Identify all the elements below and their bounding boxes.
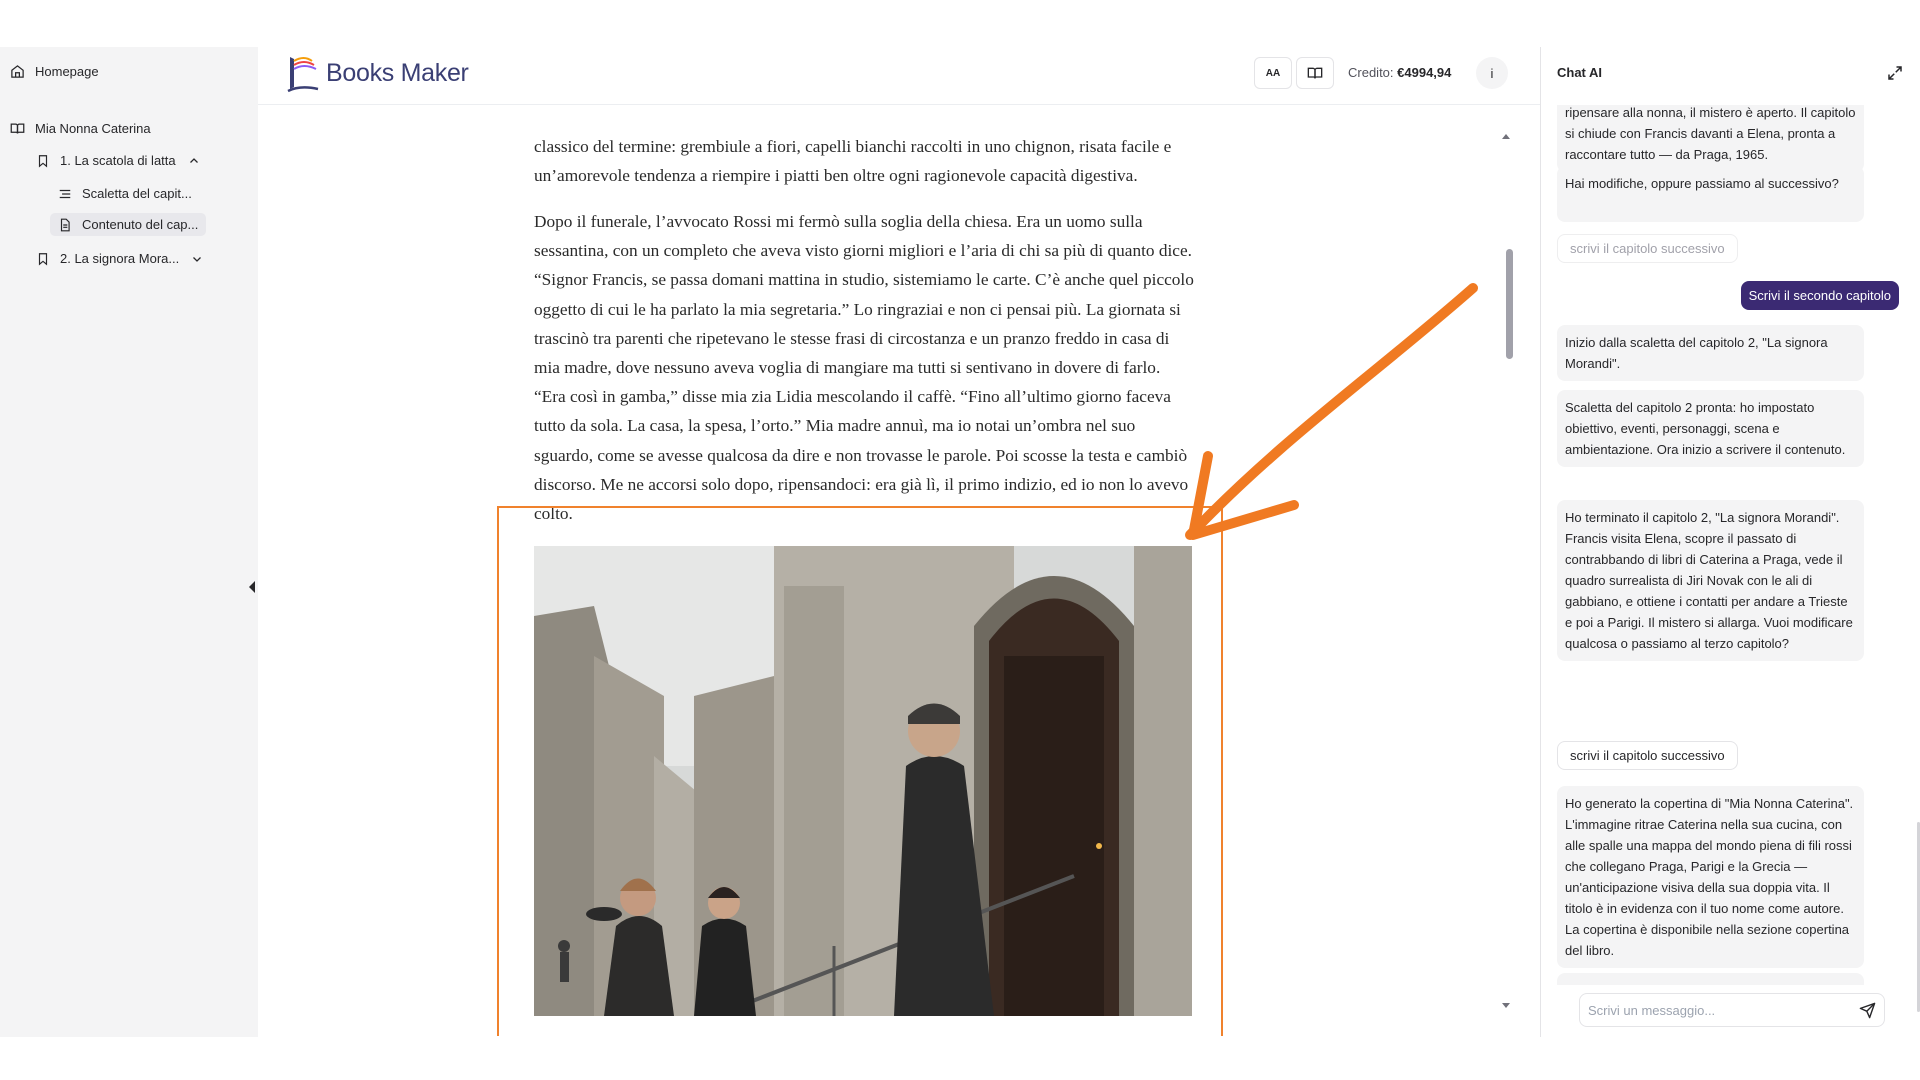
chat-panel: Chat AI ripensare alla nonna, il mistero… — [1540, 47, 1920, 1037]
sidebar-item-chapter-2[interactable]: 2. La signora Mora... — [36, 251, 203, 266]
chat-title: Chat AI — [1557, 65, 1603, 80]
paragraph[interactable]: Dopo il funerale, l’avvocato Rossi mi fe… — [534, 207, 1194, 528]
book-open-icon — [1307, 67, 1323, 79]
list-icon — [59, 189, 71, 198]
inserted-image[interactable] — [534, 546, 1192, 1016]
document-icon — [60, 218, 70, 231]
sidebar-item-label: Contenuto del cap... — [82, 217, 199, 232]
paragraph[interactable]: classico del termine: grembiule a fiori,… — [534, 132, 1194, 190]
document-editor[interactable]: classico del termine: grembiule a fiori,… — [258, 106, 1540, 1036]
ai-message: Immagine inserita: la scena del funerale… — [1557, 973, 1864, 985]
ai-message: Scaletta del capitolo 2 pronta: ho impos… — [1557, 390, 1864, 467]
sidebar-item-homepage[interactable]: Homepage — [10, 64, 99, 79]
sidebar-item-label: 1. La scatola di latta — [60, 153, 176, 168]
user-message: Scrivi il secondo capitolo — [1740, 281, 1899, 310]
send-icon[interactable] — [1859, 1002, 1876, 1019]
chat-message-list[interactable]: ripensare alla nonna, il mistero è apert… — [1557, 105, 1905, 985]
credit-label: Credito: — [1348, 65, 1394, 80]
sidebar-item-content[interactable]: Contenuto del cap... — [50, 213, 207, 236]
sidebar-item-label: Scaletta del capit... — [82, 186, 192, 201]
bookmark-icon — [38, 154, 48, 167]
sidebar-item-outline[interactable]: Scaletta del capit... — [58, 186, 192, 201]
sidebar-item-label: Homepage — [35, 64, 99, 79]
chevron-up-icon[interactable] — [188, 155, 200, 167]
scroll-up-icon[interactable] — [1501, 132, 1511, 140]
suggestion-chip[interactable]: scrivi il capitolo successivo — [1557, 234, 1738, 263]
collapse-sidebar-icon[interactable] — [248, 580, 256, 594]
home-icon — [11, 65, 24, 78]
logo[interactable]: Books Maker — [282, 51, 469, 95]
font-size-button[interactable]: AA — [1254, 57, 1292, 89]
ai-message: Inizio dalla scaletta del capitolo 2, "L… — [1557, 325, 1864, 381]
ai-message: Ho terminato il capitolo 2, "La signora … — [1557, 500, 1864, 661]
sidebar: Homepage Mia Nonna Caterina 1. La scatol… — [0, 47, 258, 1037]
info-button[interactable]: i — [1476, 57, 1508, 89]
sidebar-item-label: 2. La signora Mora... — [60, 251, 180, 266]
book-open-icon — [10, 123, 25, 134]
ai-message: Ho generato la copertina di "Mia Nonna C… — [1557, 786, 1864, 968]
logo-icon — [287, 57, 319, 93]
logo-text: Books Maker — [326, 58, 469, 87]
chat-input-box — [1579, 993, 1885, 1027]
credit-display: Credito: €4994,94 — [1348, 65, 1451, 80]
funeral-scene-image — [534, 546, 1192, 1016]
chevron-down-icon[interactable] — [191, 253, 203, 265]
sidebar-item-label: Mia Nonna Caterina — [35, 121, 151, 136]
ai-message: ripensare alla nonna, il mistero è apert… — [1557, 105, 1864, 172]
chat-input[interactable] — [1588, 994, 1850, 1026]
scroll-down-icon[interactable] — [1501, 1002, 1511, 1010]
credit-value: €4994,94 — [1397, 65, 1452, 80]
reader-mode-button[interactable] — [1296, 57, 1334, 89]
app-header: Books Maker AA Credito: €4994,94 i — [258, 47, 1540, 105]
document-scrollbar[interactable] — [1506, 249, 1513, 359]
bookmark-icon — [38, 252, 48, 265]
sidebar-item-chapter-1[interactable]: 1. La scatola di latta — [36, 153, 200, 168]
sidebar-item-book[interactable]: Mia Nonna Caterina — [10, 121, 151, 136]
suggestion-chip[interactable]: scrivi il capitolo successivo — [1557, 741, 1738, 770]
ai-message: Hai modifiche, oppure passiamo al succes… — [1557, 166, 1864, 222]
expand-icon[interactable] — [1886, 64, 1904, 82]
